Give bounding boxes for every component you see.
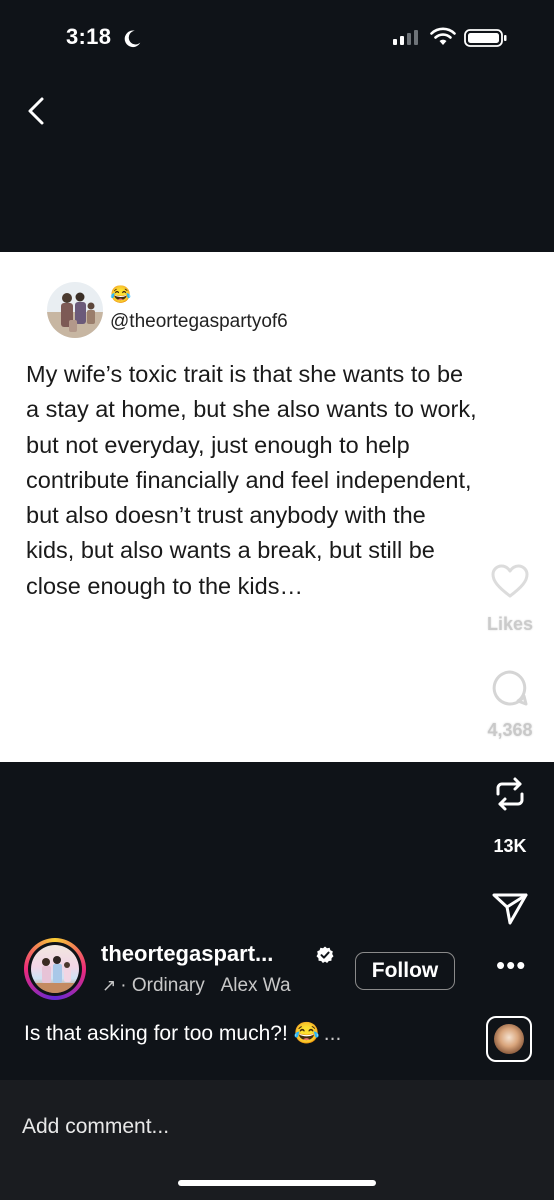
comment-input[interactable] (22, 1112, 422, 1142)
battery-icon (464, 29, 507, 47)
repost-icon[interactable] (490, 774, 530, 814)
moon-icon (124, 30, 141, 48)
send-icon[interactable] (490, 888, 530, 928)
author-avatar[interactable] (24, 938, 86, 1000)
music-title: Ordinary (131, 975, 205, 996)
music-artist: Alex Wa (220, 975, 291, 996)
trending-arrow-icon: ↗ (102, 976, 117, 995)
comments-count: 4,368 (487, 720, 533, 740)
caption-more[interactable]: ... (324, 1022, 342, 1045)
album-art-icon (494, 1024, 524, 1054)
cellular-signal-icon (393, 30, 418, 45)
reposts-count: 13K (493, 836, 527, 856)
chevron-left-icon[interactable] (24, 96, 50, 126)
post-handle: @theortegaspartyof6 (110, 311, 288, 332)
audio-thumbnail[interactable] (486, 1016, 532, 1062)
caption-text: Is that asking for too much?! 😂 (24, 1022, 320, 1045)
music-separator: · (120, 975, 132, 996)
likes-label: Likes (486, 614, 534, 634)
music-info[interactable]: ↗ · Ordinary Alex Wa (102, 975, 340, 997)
author-name[interactable]: theortegaspart... (101, 941, 273, 967)
home-indicator (178, 1180, 376, 1186)
post-author-avatar (47, 282, 103, 338)
post-text: My wife’s toxic trait is that she wants … (26, 361, 477, 599)
follow-button[interactable]: Follow (355, 952, 455, 990)
post-emoji: 😂 (110, 285, 132, 304)
more-options-icon[interactable]: ••• (496, 952, 526, 978)
wifi-icon (430, 27, 456, 45)
comment-icon[interactable] (490, 668, 530, 708)
heart-icon[interactable] (490, 562, 530, 602)
status-time: 3:18 (66, 24, 112, 49)
caption[interactable]: Is that asking for too much?! 😂... (24, 1022, 341, 1046)
verified-badge-icon (316, 946, 334, 963)
